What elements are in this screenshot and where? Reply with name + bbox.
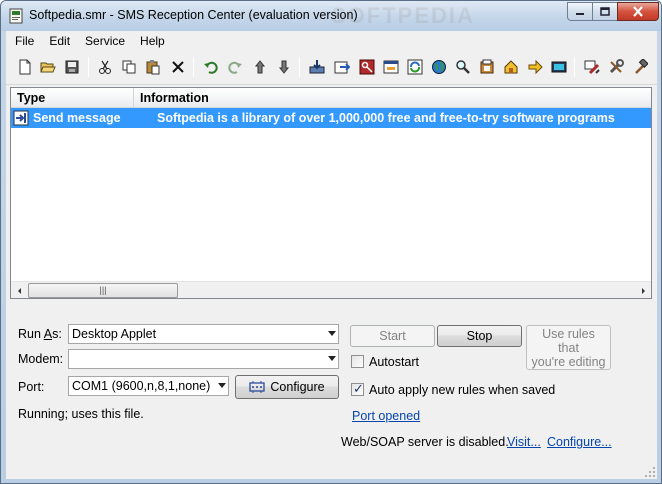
toolbar-separator — [193, 57, 194, 77]
close-button[interactable] — [617, 2, 659, 21]
autostart-label: Autostart — [369, 355, 420, 369]
redo-icon[interactable] — [225, 57, 245, 77]
menu-file[interactable]: File — [6, 31, 41, 51]
auto-apply-checkbox[interactable]: ✓ — [351, 381, 364, 396]
maximize-icon — [600, 7, 610, 16]
app-icon — [9, 8, 23, 24]
menu-bar: File Edit Service Help — [6, 31, 657, 51]
hammer-icon[interactable] — [630, 57, 650, 77]
window-icon[interactable] — [381, 57, 401, 77]
run-as-label: Run As: — [18, 327, 62, 341]
move-down-icon[interactable] — [274, 57, 294, 77]
new-file-icon[interactable] — [15, 57, 35, 77]
open-folder-icon[interactable] — [38, 57, 58, 77]
port-select[interactable]: COM1 (9600,n,8,1,none) — [68, 376, 229, 396]
start-label: Start — [379, 329, 406, 343]
hint-line-2: you're editing — [531, 354, 606, 369]
maximize-button[interactable] — [592, 2, 618, 21]
app-window: Softpedia.smr - SMS Reception Center (ev… — [0, 0, 662, 484]
toolbar-separator — [88, 57, 89, 77]
minimize-icon — [576, 12, 584, 15]
find-icon[interactable] — [453, 57, 473, 77]
autostart-checkbox[interactable] — [351, 355, 364, 368]
title-bar[interactable]: Softpedia.smr - SMS Reception Center (ev… — [1, 1, 661, 31]
port-label: Port: — [18, 380, 45, 394]
arrow-right-small-icon — [641, 287, 645, 294]
port-value: COM1 (9600,n,8,1,none) — [72, 379, 211, 393]
window-title: Softpedia.smr - SMS Reception Center (ev… — [29, 8, 358, 22]
scrollbar-grip: ||| — [99, 285, 107, 295]
use-editing-rules-button[interactable]: Use rules that you're editing — [526, 325, 611, 370]
status-text: Running; uses this file. — [18, 407, 144, 421]
close-icon — [633, 6, 643, 17]
toolbar-separator — [574, 57, 575, 77]
arrow-left-icon — [17, 287, 21, 294]
stop-label: Stop — [466, 329, 493, 343]
visit-link[interactable]: Visit... — [507, 435, 541, 449]
menu-edit[interactable]: Edit — [41, 31, 77, 51]
checkmark-icon: ✓ — [353, 381, 364, 396]
main-panel: Type Information Send message Softpedia … — [6, 85, 657, 479]
wrench-icon[interactable] — [606, 57, 626, 77]
scrollbar-thumb[interactable]: ||| — [28, 283, 178, 298]
column-type-header[interactable]: Type — [11, 88, 134, 108]
port-opened-link[interactable]: Port opened — [352, 409, 420, 423]
undo-icon[interactable] — [201, 57, 221, 77]
export-icon[interactable] — [332, 57, 352, 77]
screen-icon[interactable] — [549, 57, 569, 77]
row-information-cell: Softpedia is a library of over 1,000,000… — [157, 111, 615, 125]
configure-port-button[interactable]: Configure — [235, 375, 339, 399]
send-message-icon — [13, 110, 29, 126]
cut-icon[interactable] — [95, 57, 115, 77]
copy-icon[interactable] — [119, 57, 139, 77]
home-icon[interactable] — [501, 57, 521, 77]
move-up-icon[interactable] — [250, 57, 270, 77]
hint-line-1: Use rules that — [542, 326, 595, 355]
rules-list[interactable]: Type Information Send message Softpedia … — [10, 87, 652, 299]
stop-button[interactable]: Stop — [437, 325, 522, 347]
minimize-button[interactable] — [567, 2, 593, 21]
configure-server-link[interactable]: Configure... — [547, 435, 612, 449]
properties-icon[interactable] — [477, 57, 497, 77]
run-as-value: Desktop Applet — [72, 327, 157, 341]
key-icon[interactable] — [357, 57, 377, 77]
run-as-select[interactable]: Desktop Applet — [68, 324, 339, 344]
delete-icon[interactable] — [168, 57, 188, 77]
tools-icon[interactable] — [582, 57, 602, 77]
toolbar — [6, 51, 657, 85]
arrow-right-icon[interactable] — [525, 57, 545, 77]
start-button[interactable]: Start — [350, 325, 435, 347]
paste-icon[interactable] — [143, 57, 163, 77]
watermark: SOFTPEDIA — [331, 3, 475, 28]
horizontal-scrollbar[interactable]: ||| — [11, 281, 651, 298]
column-information-header[interactable]: Information — [134, 88, 651, 108]
server-status-text: Web/SOAP server is disabled. — [341, 435, 509, 449]
chevron-down-icon — [328, 356, 336, 361]
auto-apply-label: Auto apply new rules when saved — [369, 383, 556, 397]
scroll-right-arrow[interactable] — [634, 282, 651, 299]
configure-label: Configure — [270, 380, 325, 394]
chevron-down-icon — [328, 331, 336, 336]
scroll-left-arrow[interactable] — [11, 282, 28, 299]
chevron-down-icon — [218, 383, 226, 388]
port-icon — [249, 381, 266, 393]
modem-label: Modem: — [18, 352, 64, 366]
modem-select[interactable] — [68, 349, 339, 369]
row-type-cell: Send message — [33, 111, 121, 125]
menu-help[interactable]: Help — [132, 31, 172, 51]
resize-grip-icon[interactable] — [644, 466, 656, 478]
toolbar-separator — [299, 57, 300, 77]
menu-service[interactable]: Service — [77, 31, 132, 51]
list-header: Type Information — [11, 88, 651, 108]
globe-icon[interactable] — [429, 57, 449, 77]
list-row[interactable]: Send message Softpedia is a library of o… — [11, 108, 651, 128]
save-icon[interactable] — [62, 57, 82, 77]
refresh-icon[interactable] — [405, 57, 425, 77]
import-icon[interactable] — [307, 57, 327, 77]
